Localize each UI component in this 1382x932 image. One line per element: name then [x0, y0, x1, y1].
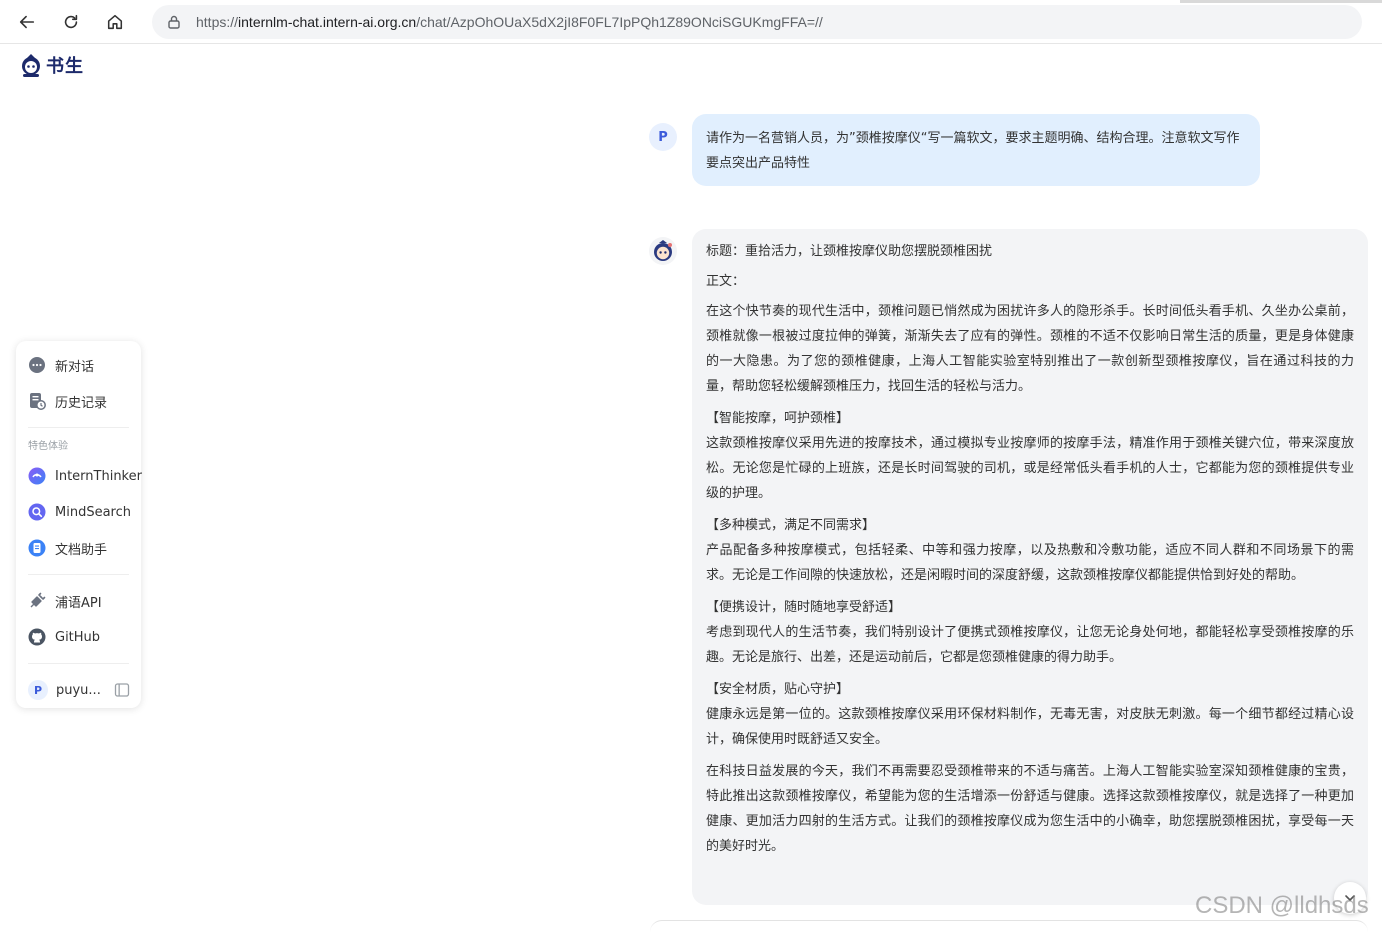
sidebar-item-label: GitHub: [55, 629, 101, 645]
user-message-text: 请作为一名营销人员，为”颈椎按摩仪“写一篇软文，要求主题明确、结构合理。注意软文…: [706, 131, 1240, 171]
github-icon: [28, 628, 46, 646]
chat-input-edge: [650, 920, 1368, 932]
answer-section-heading: 【多种模式，满足不同需求】: [706, 518, 876, 533]
url-host: internlm-chat.intern-ai.org.cn: [238, 13, 417, 30]
sidebar-item-puyu-api[interactable]: 浦语API: [16, 583, 141, 619]
app-logo[interactable]: 书生: [18, 52, 84, 78]
user-avatar: P: [28, 680, 48, 700]
history-icon: [28, 392, 46, 410]
home-icon: [107, 14, 123, 29]
logo-text: 书生: [46, 56, 84, 77]
sidebar-toggle-icon[interactable]: [114, 682, 130, 698]
answer-section-heading: 【智能按摩，呵护颈椎】: [706, 411, 850, 426]
assistant-message-bubble: 标题：重拾活力，让颈椎按摩仪助您摆脱颈椎困扰 正文： 在这个快节奏的现代生活中，…: [692, 229, 1368, 905]
plug-icon: [28, 592, 46, 610]
section-label: 特色体验: [28, 441, 68, 452]
url-prefix: https://: [196, 13, 239, 30]
sidebar-item-label: 浦语API: [55, 595, 102, 611]
back-arrow-icon: [19, 15, 35, 28]
sidebar-item-label: InternThinker: [55, 468, 142, 484]
chat-page: 书生 新对话 历史记录 特色体验 InternThinker MindSearc…: [0, 44, 1382, 929]
sidebar-item-label: 历史记录: [55, 395, 108, 411]
back-button[interactable]: [10, 5, 44, 39]
user-message-bubble: 请作为一名营销人员，为”颈椎按摩仪“写一篇软文，要求主题明确、结构合理。注意软文…: [692, 114, 1260, 186]
user-name: puyu...: [56, 682, 100, 698]
answer-paragraph: 产品配备多种按摩模式，包括轻柔、中等和强力按摩，以及热敷和冷敷功能，适应不同人群…: [706, 543, 1354, 583]
answer-paragraph: 在这个快节奏的现代生活中，颈椎问题已悄然成为困扰许多人的隐形杀手。长时间低头看手…: [706, 304, 1354, 394]
sidebar-item-label: 文档助手: [55, 542, 108, 558]
mindsearch-icon: [28, 503, 46, 521]
chat-bubble-icon: [28, 356, 46, 374]
mascot-avatar-icon: [654, 240, 672, 261]
reload-icon: [64, 14, 78, 28]
answer-section-heading: 【安全材质，贴心守护】: [706, 682, 850, 697]
mascot-logo-icon: [22, 54, 40, 77]
home-button[interactable]: [98, 5, 132, 39]
document-icon: [28, 539, 46, 557]
menu-divider: [28, 663, 129, 664]
answer-section-heading: 【便携设计，随时随地享受舒适】: [706, 600, 902, 615]
url-text: https://internlm-chat.intern-ai.org.cn/c…: [196, 14, 823, 30]
answer-title: 标题：重拾活力，让颈椎按摩仪助您摆脱颈椎困扰: [706, 244, 993, 259]
url-path: /chat/AzpOhOUaX5dX2jI8F0FL7IpPQh1Z89ONci…: [416, 13, 823, 30]
sidebar-item-label: MindSearch: [55, 504, 131, 520]
internthinker-icon: [28, 467, 46, 485]
sidebar-menu: 新对话 历史记录 特色体验 InternThinker MindSearch 文…: [16, 341, 142, 708]
answer-paragraph: 在科技日益发展的今天，我们不再需要忍受颈椎带来的不适与痛苦。上海人工智能实验室深…: [706, 764, 1354, 854]
sidebar-item-new-chat[interactable]: 新对话: [16, 347, 141, 383]
sidebar-item-internthinker[interactable]: InternThinker: [16, 458, 142, 494]
watermark: CSDN @lldhsds: [1195, 892, 1369, 919]
menu-divider: [28, 574, 129, 575]
answer-label: 正文：: [706, 274, 746, 289]
sidebar-item-history[interactable]: 历史记录: [16, 383, 141, 419]
sidebar-item-mindsearch[interactable]: MindSearch: [16, 494, 141, 530]
lock-icon: [168, 15, 180, 29]
sidebar-item-github[interactable]: GitHub: [16, 619, 141, 655]
address-bar[interactable]: https://internlm-chat.intern-ai.org.cn/c…: [152, 4, 1362, 39]
answer-paragraph: 健康永远是第一位的。这款颈椎按摩仪采用环保材料制作，无毒无害，对皮肤无刺激。每一…: [706, 707, 1354, 747]
user-message-avatar: P: [649, 123, 677, 151]
assistant-avatar: [649, 237, 677, 265]
answer-paragraph: 考虑到现代人的生活节奏，我们特别设计了便携式颈椎按摩仪，让您无论身处何地，都能轻…: [706, 625, 1354, 665]
menu-divider: [28, 427, 129, 428]
browser-toolbar: https://internlm-chat.intern-ai.org.cn/c…: [0, 0, 1382, 44]
sidebar-item-document-assistant[interactable]: 文档助手: [16, 530, 141, 566]
tab-strip-edge: [1180, 0, 1382, 3]
answer-paragraph: 这款颈椎按摩仪采用先进的按摩技术，通过模拟专业按摩师的按摩手法，精准作用于颈椎关…: [706, 436, 1354, 501]
reload-button[interactable]: [54, 5, 88, 39]
sidebar-item-label: 新对话: [55, 359, 95, 375]
user-profile[interactable]: P puyu...: [16, 672, 141, 708]
